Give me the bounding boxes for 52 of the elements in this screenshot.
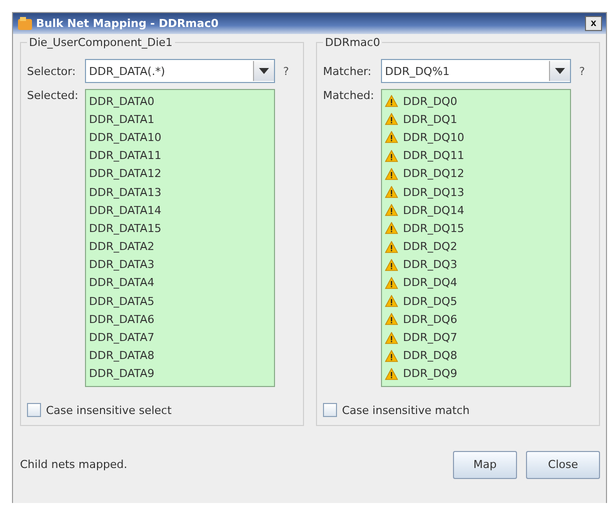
- list-label: Selected:: [27, 89, 80, 102]
- field-label: Selector:: [27, 64, 77, 78]
- list-item[interactable]: DDR_DATA0: [89, 94, 154, 108]
- checkbox[interactable]: [323, 403, 337, 417]
- group-title: Die_UserComponent_Die1: [28, 36, 174, 49]
- window-close-button[interactable]: x: [585, 16, 602, 31]
- dialog-button[interactable]: Close: [526, 450, 600, 478]
- list-item[interactable]: DDR_DATA15: [89, 222, 162, 235]
- dialog-button[interactable]: Map: [453, 450, 517, 478]
- combo-box[interactable]: DDR_DATA(.*): [85, 59, 275, 83]
- list-item[interactable]: DDR_DATA8: [89, 349, 154, 362]
- checkbox-label[interactable]: Case insensitive select: [46, 404, 172, 416]
- window-title: Bulk Net Mapping - DDRmac0: [36, 17, 220, 30]
- list-item[interactable]: DDR_DQ15: [403, 222, 464, 235]
- list-item[interactable]: DDR_DQ12: [403, 167, 464, 180]
- list-item[interactable]: DDR_DATA12: [89, 167, 162, 180]
- list-item[interactable]: DDR_DATA11: [89, 149, 162, 162]
- list-item[interactable]: DDR_DQ5: [403, 294, 458, 308]
- list-item[interactable]: DDR_DATA2: [89, 240, 154, 254]
- list-item[interactable]: DDR_DATA1: [89, 112, 154, 126]
- app-icon: [17, 16, 33, 32]
- list-item[interactable]: DDR_DQ4: [403, 276, 458, 290]
- list-item[interactable]: DDR_DQ8: [403, 349, 458, 362]
- list-item[interactable]: DDR_DQ11: [403, 149, 464, 162]
- list-item[interactable]: DDR_DATA7: [89, 331, 154, 344]
- list-item[interactable]: DDR_DATA3: [89, 258, 154, 272]
- list-item[interactable]: DDR_DATA14: [89, 204, 162, 217]
- list-item[interactable]: DDR_DQ14: [403, 204, 464, 217]
- list-item[interactable]: DDR_DQ2: [403, 240, 458, 254]
- list-item[interactable]: DDR_DQ10: [403, 130, 464, 144]
- list-label: Matched:: [323, 89, 376, 102]
- list-item[interactable]: DDR_DATA6: [89, 312, 154, 326]
- list-item[interactable]: DDR_DQ0: [403, 94, 458, 108]
- field-label: Matcher:: [323, 64, 372, 78]
- list-item[interactable]: DDR_DQ9: [403, 367, 458, 380]
- list-item[interactable]: DDR_DQ3: [403, 258, 458, 272]
- list-item[interactable]: DDR_DATA10: [89, 130, 162, 144]
- list-item[interactable]: DDR_DATA9: [89, 367, 154, 380]
- list-item[interactable]: DDR_DQ1: [403, 112, 458, 126]
- checkbox-label[interactable]: Case insensitive match: [342, 404, 470, 416]
- help-link[interactable]: ?: [575, 64, 589, 78]
- list-item[interactable]: DDR_DQ13: [403, 186, 464, 199]
- combo-box[interactable]: DDR_DQ%1: [381, 59, 571, 83]
- list-item[interactable]: DDR_DQ6: [403, 312, 458, 326]
- list-item[interactable]: DDR_DQ7: [403, 331, 458, 344]
- list-item[interactable]: DDR_DATA4: [89, 276, 154, 290]
- list-item[interactable]: DDR_DATA13: [89, 186, 162, 199]
- checkbox[interactable]: [27, 403, 41, 417]
- status-text: Child nets mapped.: [20, 458, 128, 471]
- group-title: DDRmac0: [324, 36, 382, 49]
- help-link[interactable]: ?: [279, 64, 293, 78]
- list-item[interactable]: DDR_DATA5: [89, 294, 154, 308]
